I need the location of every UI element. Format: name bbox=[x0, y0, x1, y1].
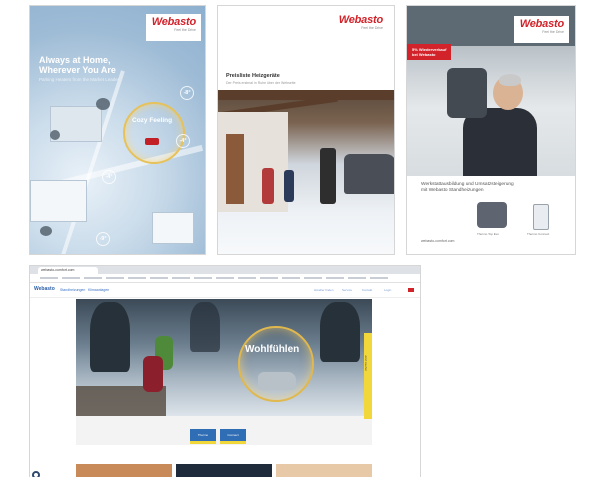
nav-login-link[interactable]: Login bbox=[384, 288, 391, 292]
phone-app-image bbox=[533, 204, 549, 230]
bookmark-item[interactable] bbox=[348, 277, 366, 279]
suv-car bbox=[344, 154, 394, 194]
nav-item-klimaanlagen[interactable]: Klimaanlagen bbox=[88, 288, 109, 292]
mechanic-hair bbox=[499, 74, 521, 86]
temperature-badge: -4° bbox=[176, 134, 190, 148]
ring-label: Cozy Feeling bbox=[132, 117, 173, 124]
bookmark-item[interactable] bbox=[150, 277, 168, 279]
child-figure bbox=[262, 168, 274, 204]
side-cta-label: Jetzt kaufen bbox=[364, 355, 368, 372]
brochure-cover-always-at-home[interactable]: Webasto Feel the Drive Always at Home, W… bbox=[30, 6, 205, 254]
temperature-badge: -9° bbox=[96, 232, 110, 246]
promo-badge: 5% Wiederverkauf bei Webasto bbox=[407, 44, 452, 60]
logo-tagline: Feel the Drive bbox=[361, 26, 383, 30]
webasto-logo: Webasto Feel the Drive bbox=[146, 14, 201, 41]
bookmark-item[interactable] bbox=[326, 277, 344, 279]
headline: Always at Home, Wherever You Are bbox=[39, 55, 116, 75]
car-icon bbox=[145, 138, 159, 145]
bookmark-item[interactable] bbox=[194, 277, 212, 279]
brochure-cover-werkstatt[interactable]: Webasto Feel the Drive 5% Wiederverkauf … bbox=[407, 6, 575, 254]
bookmark-item[interactable] bbox=[370, 277, 388, 279]
house-roof bbox=[152, 212, 194, 244]
glow-ring bbox=[238, 326, 314, 402]
browser-tab[interactable]: webasto-comfort.com bbox=[38, 267, 98, 274]
website-screenshot[interactable]: webasto-comfort.com Webasto Standheizung… bbox=[30, 266, 420, 477]
nav-contact-link[interactable]: Kontakt bbox=[362, 288, 372, 292]
promo-line-2: bei Webasto bbox=[412, 52, 436, 57]
hero-headline: Wohlfühlen bbox=[245, 344, 300, 355]
bookmark-item[interactable] bbox=[40, 277, 58, 279]
panel-title: Werkstattausbildung und Umsatzsteigerung… bbox=[421, 182, 551, 194]
logo-text: Webasto bbox=[151, 16, 196, 28]
car-icon bbox=[258, 372, 296, 390]
nav-service-link[interactable]: Service bbox=[342, 288, 352, 292]
mechanic-body bbox=[463, 108, 537, 176]
logo-text: Webasto bbox=[519, 18, 564, 30]
panel-title-line-2: mit Webasto Standheizungen bbox=[421, 188, 484, 193]
webasto-logo: Webasto Feel the Drive bbox=[514, 16, 569, 43]
child-figure bbox=[143, 356, 163, 392]
teaser-thumbnail[interactable] bbox=[176, 464, 272, 477]
heater-unit bbox=[447, 68, 487, 118]
house-roof bbox=[30, 180, 87, 222]
bookmark-item[interactable] bbox=[84, 277, 102, 279]
teaser-thumbnail[interactable] bbox=[276, 464, 372, 477]
road-line bbox=[59, 70, 125, 254]
roof-beam bbox=[218, 90, 394, 100]
tree bbox=[40, 226, 52, 236]
bookmark-item[interactable] bbox=[238, 277, 256, 279]
bookmarks-bar bbox=[30, 275, 420, 281]
product-button-accent bbox=[190, 441, 216, 444]
bookmark-item[interactable] bbox=[216, 277, 234, 279]
bookmark-item[interactable] bbox=[172, 277, 190, 279]
browser-tab-bar: webasto-comfort.com bbox=[30, 266, 420, 274]
site-logo[interactable]: Webasto bbox=[34, 286, 55, 292]
winter-house-photo bbox=[218, 90, 394, 254]
teaser-thumbnail[interactable] bbox=[76, 464, 172, 477]
tree bbox=[50, 130, 60, 140]
bookmark-item[interactable] bbox=[282, 277, 300, 279]
bookmark-item[interactable] bbox=[304, 277, 322, 279]
logo-tagline: Feel the Drive bbox=[174, 28, 196, 32]
nav-dealer-link[interactable]: Händler finden bbox=[314, 288, 334, 292]
product-button-thermo[interactable]: Thermo bbox=[190, 429, 216, 441]
logo-tagline: Feel the Drive bbox=[542, 30, 564, 34]
tree bbox=[96, 98, 110, 110]
cover-subtitle: Der Preis erstmal in Ruhe über der Webse… bbox=[226, 81, 296, 85]
subline: Parking Heaters from the Market Leader bbox=[39, 77, 120, 82]
adult-figure bbox=[320, 148, 336, 204]
cover-title: Preisliste Heizgeräte bbox=[226, 73, 280, 79]
chat-icon[interactable] bbox=[32, 471, 40, 477]
site-navbar: Webasto Standheizungen Klimaanlagen Händ… bbox=[30, 283, 420, 298]
tree bbox=[190, 302, 220, 352]
glow-ring bbox=[123, 102, 185, 164]
flag-icon[interactable] bbox=[408, 288, 414, 292]
temperature-badge: -8° bbox=[180, 86, 194, 100]
headline-line-2: Wherever You Are bbox=[39, 65, 116, 75]
nav-item-standheizungen[interactable]: Standheizungen bbox=[60, 288, 85, 292]
heater-product-image bbox=[477, 202, 507, 228]
logo-text: Webasto bbox=[338, 14, 383, 26]
bookmark-item[interactable] bbox=[106, 277, 124, 279]
tree bbox=[90, 302, 130, 372]
headline-line-1: Always at Home, bbox=[39, 55, 111, 65]
webasto-logo: Webasto Feel the Drive bbox=[333, 12, 388, 37]
bookmark-item[interactable] bbox=[260, 277, 278, 279]
bookmark-item[interactable] bbox=[128, 277, 146, 279]
door bbox=[226, 134, 244, 204]
child-figure bbox=[284, 170, 294, 202]
tree bbox=[320, 302, 360, 362]
temperature-badge: -4° bbox=[102, 170, 116, 184]
product-label: Thermo Top Evo bbox=[477, 232, 499, 236]
product-button-accent bbox=[220, 441, 246, 444]
side-cta-tab[interactable]: Jetzt kaufen bbox=[364, 333, 372, 419]
bookmark-item[interactable] bbox=[62, 277, 80, 279]
website-url: webasto-comfort.com bbox=[421, 239, 455, 243]
brochure-cover-preisliste[interactable]: Webasto Feel the Drive Preisliste Heizge… bbox=[218, 6, 394, 254]
product-label: Thermo Connect bbox=[527, 232, 550, 236]
product-button-connect[interactable]: Connect bbox=[220, 429, 246, 441]
